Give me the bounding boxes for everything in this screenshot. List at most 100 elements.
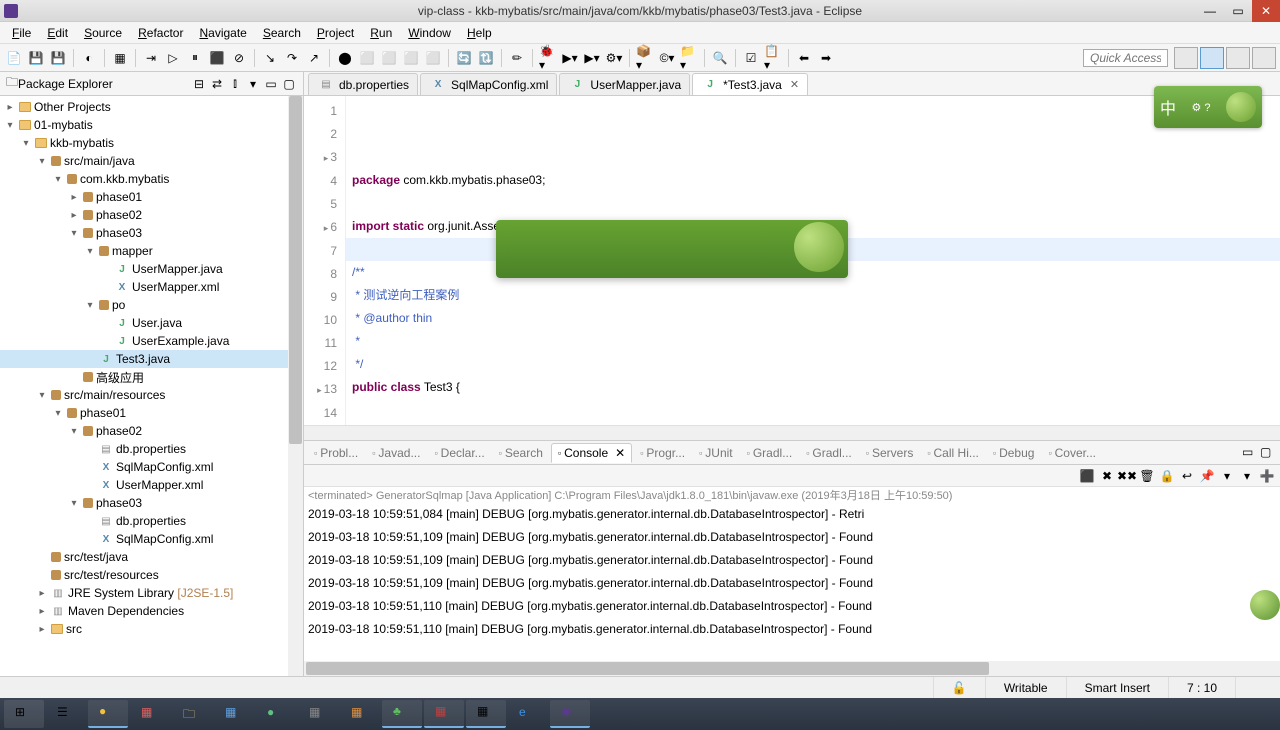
forward-button[interactable]: ➡ (816, 48, 836, 68)
search-button[interactable]: 🔍 (710, 48, 730, 68)
perspective-debug-button[interactable] (1226, 47, 1250, 69)
task-button[interactable]: ☑ (741, 48, 761, 68)
menu-file[interactable]: File (4, 24, 39, 42)
bottom-tab[interactable]: ▫Servers (860, 444, 920, 462)
tree-node[interactable]: ▾src/main/java (0, 152, 303, 170)
collapse-all-icon[interactable]: ⊟ (191, 76, 207, 92)
minimize-button[interactable]: — (1196, 0, 1224, 22)
bottom-tab[interactable]: ▫Call Hi... (921, 444, 985, 462)
menu-search[interactable]: Search (255, 24, 309, 42)
toggle-button[interactable]: ◐ (79, 48, 99, 68)
editor-tab[interactable]: J*Test3.java✕ (692, 73, 808, 95)
console-remove-all-icon[interactable]: ✖✖ (1118, 467, 1136, 485)
editor-hscroll[interactable] (304, 425, 1280, 440)
menu-refactor[interactable]: Refactor (130, 24, 191, 42)
tree-node[interactable]: ▸Other Projects (0, 98, 303, 116)
perspective-java-button[interactable] (1200, 47, 1224, 69)
tree-node[interactable]: ▾mapper (0, 242, 303, 260)
taskbar-app6[interactable]: ♣ (382, 700, 422, 728)
disconnect-button[interactable]: ⊘ (229, 48, 249, 68)
tree-node[interactable]: ▾phase03 (0, 494, 303, 512)
perspective-open-button[interactable] (1174, 47, 1198, 69)
taskbar-app4[interactable]: ▦ (298, 700, 338, 728)
bottom-tab[interactable]: ▫Console✕ (551, 443, 632, 463)
editor-tab[interactable]: ▤db.properties (308, 73, 418, 95)
bottom-tab[interactable]: ▫Gradl... (741, 444, 799, 462)
close-tab-icon[interactable]: ✕ (790, 78, 799, 91)
ime-candidate[interactable]: 1.大 (508, 367, 530, 390)
console-show-icon[interactable]: ▾ (1218, 467, 1236, 485)
close-button[interactable]: ✕ (1252, 0, 1280, 22)
menu-project[interactable]: Project (309, 24, 362, 42)
tb-extra3[interactable]: ⬜ (401, 48, 421, 68)
step-return-button[interactable]: ↗ (304, 48, 324, 68)
tree-node[interactable]: XSqlMapConfig.xml (0, 458, 303, 476)
ime-indicator[interactable]: 中 ⚙ ? (1154, 86, 1262, 128)
back-button[interactable]: ⬅ (794, 48, 814, 68)
debug-dropdown[interactable]: 🐞▾ (538, 48, 558, 68)
taskbar-app1[interactable]: ▦ (130, 700, 170, 728)
new-class-button[interactable]: ©▾ (657, 48, 677, 68)
taskbar-app8[interactable]: ▦ (466, 700, 506, 728)
taskbar-app7[interactable]: ▦ (424, 700, 464, 728)
editor-tab[interactable]: XSqlMapConfig.xml (420, 73, 557, 95)
editor-tab[interactable]: JUserMapper.java (559, 73, 690, 95)
quick-access-input[interactable] (1083, 49, 1168, 67)
console-clear-icon[interactable]: 🗑 (1138, 467, 1156, 485)
tree-scrollbar[interactable] (288, 96, 303, 676)
ime-menu-icon[interactable]: ☰ (825, 367, 836, 390)
sync-button[interactable]: 🔃 (476, 48, 496, 68)
menu-edit[interactable]: Edit (39, 24, 76, 42)
ime-candidate[interactable]: 5.da (644, 367, 667, 390)
console-hscroll[interactable] (304, 661, 1280, 676)
tree-node[interactable]: JUserMapper.java (0, 260, 303, 278)
task-dropdown[interactable]: 📋▾ (763, 48, 783, 68)
bottom-tab[interactable]: ▫JUnit (693, 444, 739, 462)
new-button[interactable]: 📄 (4, 48, 24, 68)
minimize-view-icon[interactable]: ▭ (263, 76, 279, 92)
tree-node[interactable]: ▾phase02 (0, 422, 303, 440)
ime-candidates[interactable]: 1.大2.打3.达4.答5.da◂▸☰ (504, 365, 840, 392)
console-open-icon[interactable]: ▾ (1238, 467, 1256, 485)
maximize-button[interactable]: ▭ (1224, 0, 1252, 22)
perspective-jee-button[interactable] (1252, 47, 1276, 69)
save-button[interactable]: 💾 (26, 48, 46, 68)
console-new-icon[interactable]: ➕ (1258, 467, 1276, 485)
bottom-tab[interactable]: ▫Gradl... (800, 444, 858, 462)
console-output[interactable]: <terminated> GeneratorSqlmap [Java Appli… (304, 487, 1280, 676)
tree-node[interactable]: XSqlMapConfig.xml (0, 530, 303, 548)
run-dropdown[interactable]: ▶▾ (560, 48, 580, 68)
skip-button[interactable]: ⇥ (141, 48, 161, 68)
ime-next-icon[interactable]: ▸ (815, 367, 821, 390)
ime-settings-icon[interactable]: ⚙ ? (1191, 101, 1210, 114)
menu-window[interactable]: Window (400, 24, 459, 42)
tree-node[interactable]: ▾src/main/resources (0, 386, 303, 404)
ime-prev-icon[interactable]: ◂ (805, 367, 811, 390)
taskbar-edge[interactable]: e (508, 700, 548, 728)
tree-node[interactable]: ▸▥JRE System Library [J2SE-1.5] (0, 584, 303, 602)
tree-node[interactable]: JUserExample.java (0, 332, 303, 350)
toggle-breakpoint-button[interactable]: ⬤ (335, 48, 355, 68)
coverage-dropdown[interactable]: ▶▾ (582, 48, 602, 68)
console-pin-icon[interactable]: 📌 (1198, 467, 1216, 485)
filter-icon[interactable]: ⫾ (227, 76, 243, 92)
bottom-tab[interactable]: ▫Search (493, 444, 549, 462)
console-wrap-icon[interactable]: ↩ (1178, 467, 1196, 485)
maximize-view-icon[interactable]: ▢ (281, 76, 297, 92)
tree-node[interactable]: ▾phase01 (0, 404, 303, 422)
menu-navigate[interactable]: Navigate (191, 24, 254, 42)
resume-step-into-button[interactable]: ↘ (260, 48, 280, 68)
start-button[interactable]: ⊞ (4, 700, 44, 728)
menu-help[interactable]: Help (459, 24, 500, 42)
bottom-tab[interactable]: ▫Debug (987, 444, 1041, 462)
ime-candidate[interactable]: 4.答 (610, 367, 632, 390)
refresh-button[interactable]: 🔄 (454, 48, 474, 68)
stop-button[interactable]: ⬛ (207, 48, 227, 68)
tree-node[interactable]: ▤db.properties (0, 512, 303, 530)
tree-node[interactable]: ▾phase03 (0, 224, 303, 242)
console-remove-icon[interactable]: ✖ (1098, 467, 1116, 485)
tree-node[interactable]: JTest3.java (0, 350, 303, 368)
console-scroll-lock-icon[interactable]: 🔒 (1158, 467, 1176, 485)
taskbar-chrome[interactable]: ● (88, 700, 128, 728)
taskbar-app5[interactable]: ▦ (340, 700, 380, 728)
